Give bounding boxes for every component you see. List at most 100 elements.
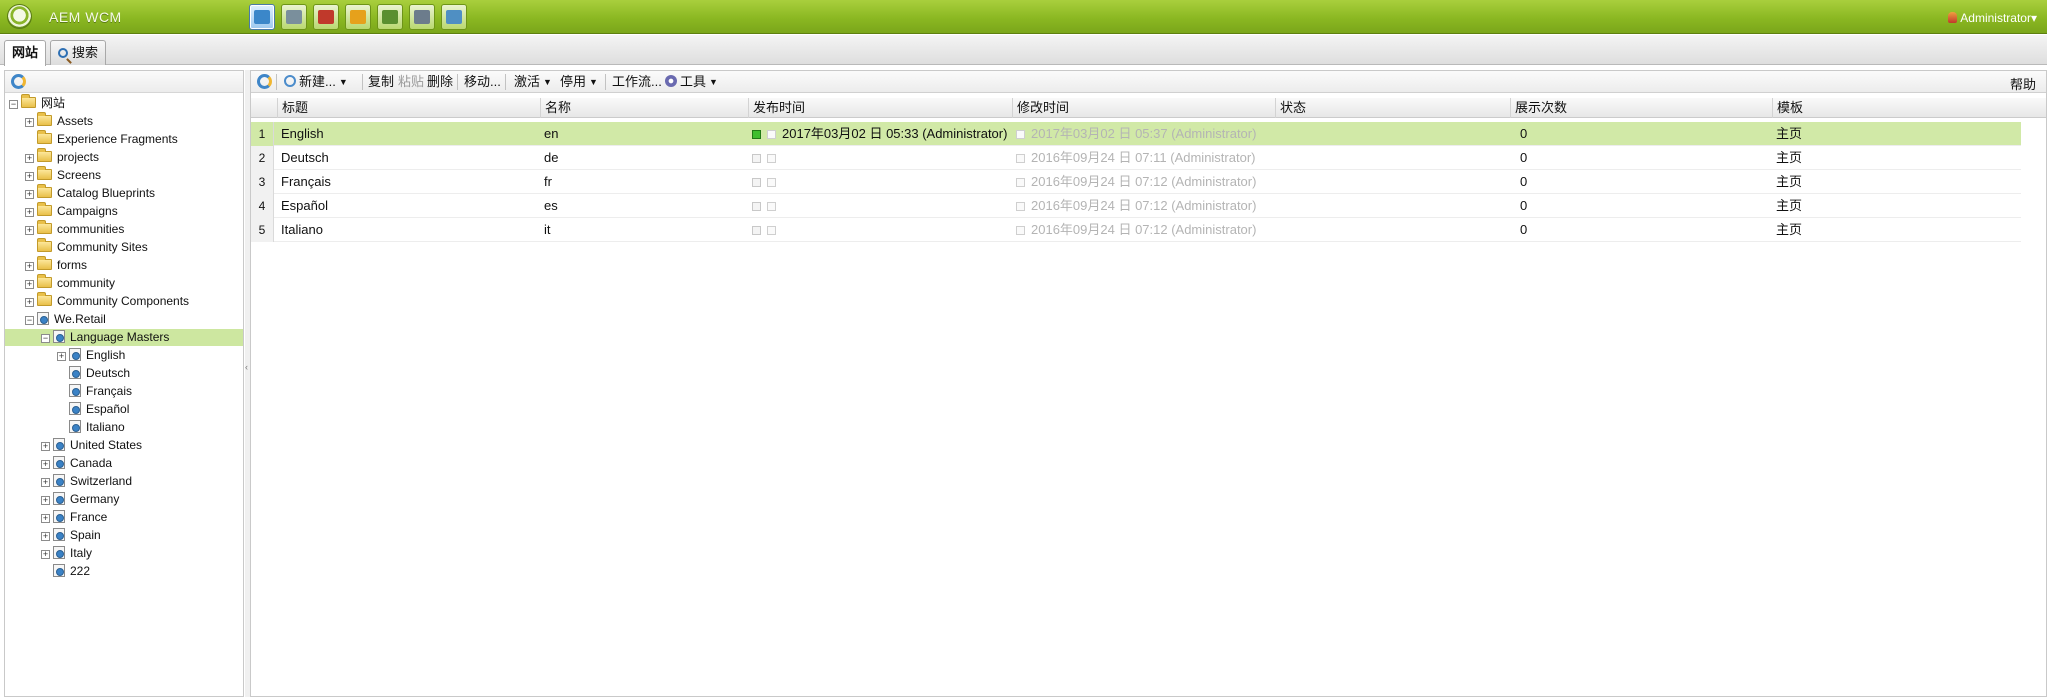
table-row[interactable]: 3 Français fr 2016年09月24 日 07:12 (Administr… xyxy=(251,170,2021,194)
help-button[interactable]: 帮助 xyxy=(2010,74,2036,93)
tree-node[interactable]: + forms xyxy=(5,256,243,274)
page-icon xyxy=(53,528,65,541)
column-status[interactable]: 状态 xyxy=(1275,98,1510,118)
tools-button[interactable]: 工具 ▼ xyxy=(665,74,718,90)
page-icon xyxy=(53,564,65,577)
cell-name: it xyxy=(544,222,551,237)
workflow-button[interactable]: 工作流... xyxy=(612,74,662,90)
tree-node[interactable]: + Canada xyxy=(5,455,243,472)
cell-modified: 2016年09月24 日 07:12 (Administrator) xyxy=(1012,170,1256,194)
aem-logo-icon[interactable] xyxy=(7,4,32,29)
expand-icon[interactable]: + xyxy=(41,478,50,487)
expand-icon[interactable]: + xyxy=(25,280,34,289)
expand-icon[interactable]: + xyxy=(41,550,50,559)
expand-icon[interactable]: + xyxy=(41,496,50,505)
page-icon xyxy=(53,330,65,343)
expand-icon[interactable]: + xyxy=(41,460,50,469)
tree-node[interactable]: + communities xyxy=(5,220,243,238)
tree-node[interactable]: + English xyxy=(5,347,243,364)
tree-node[interactable]: + Germany xyxy=(5,491,243,508)
tree-node[interactable]: Español xyxy=(5,401,243,418)
collapse-icon[interactable]: − xyxy=(25,316,34,325)
tree-node[interactable]: + community xyxy=(5,274,243,292)
refresh-icon[interactable] xyxy=(11,74,26,89)
column-title[interactable]: 标题 xyxy=(277,98,540,118)
tagging-icon-button[interactable] xyxy=(441,4,467,30)
expand-icon[interactable]: + xyxy=(57,352,66,361)
tree-node[interactable]: + Switzerland xyxy=(5,473,243,490)
collapse-arrow-icon[interactable]: ‹ xyxy=(245,362,248,372)
tree-node[interactable]: + United States xyxy=(5,437,243,454)
users-icon xyxy=(382,10,398,24)
expand-icon[interactable]: + xyxy=(25,226,34,235)
tree-node[interactable]: + France xyxy=(5,509,243,526)
expand-icon[interactable]: + xyxy=(25,208,34,217)
expand-icon[interactable]: + xyxy=(25,172,34,181)
expand-icon[interactable]: + xyxy=(25,118,34,127)
delete-button[interactable]: 删除 xyxy=(427,74,453,90)
tree-node[interactable]: Français xyxy=(5,383,243,400)
websites-icon-button[interactable] xyxy=(249,4,275,30)
users-icon-button[interactable] xyxy=(377,4,403,30)
tree-node[interactable]: + projects xyxy=(5,148,243,166)
tree-node-label: Français xyxy=(86,384,133,398)
collapse-icon[interactable]: − xyxy=(9,100,18,109)
tree-node[interactable]: + Screens xyxy=(5,166,243,184)
tree-node[interactable]: − Language Masters xyxy=(5,329,243,346)
folder-icon xyxy=(37,112,52,126)
cell-modified: 2016年09月24 日 07:11 (Administrator) xyxy=(1012,146,1255,170)
user-menu[interactable]: Administrator▾ xyxy=(1948,11,2037,25)
tree-node[interactable]: + Spain xyxy=(5,527,243,544)
refresh-icon[interactable] xyxy=(257,74,272,89)
column-published[interactable]: 发布时间 xyxy=(748,98,1012,118)
expand-icon[interactable]: + xyxy=(41,532,50,541)
collapse-icon[interactable]: − xyxy=(41,334,50,343)
tools-icon-button[interactable] xyxy=(409,4,435,30)
copy-button[interactable]: 复制 xyxy=(368,74,394,90)
tree-node[interactable]: 222 xyxy=(5,563,243,580)
tree-node[interactable]: + Catalog Blueprints xyxy=(5,184,243,202)
expand-icon[interactable]: + xyxy=(41,442,50,451)
tree-node[interactable]: + Community Components xyxy=(5,292,243,310)
activate-button[interactable]: 激活 ▼ xyxy=(514,74,552,90)
modified-text: 2016年09月24 日 07:12 (Administrator) xyxy=(1031,222,1257,237)
column-impressions[interactable]: 展示次数 xyxy=(1510,98,1772,118)
tree-node[interactable]: − We.Retail xyxy=(5,311,243,328)
expand-icon[interactable]: + xyxy=(41,514,50,523)
digital-assets-icon-button[interactable] xyxy=(281,4,307,30)
tree-node-label: Deutsch xyxy=(86,366,131,380)
cell-status xyxy=(1275,194,1279,218)
column-name[interactable]: 名称 xyxy=(540,98,748,118)
table-row[interactable]: 5 Italiano it 2016年09月24 日 07:12 (Administr… xyxy=(251,218,2021,242)
tools-icon xyxy=(665,75,677,87)
tree-node[interactable]: − 网站 xyxy=(5,94,243,112)
tree-node[interactable]: + Italy xyxy=(5,545,243,562)
tab-websites[interactable]: 网站 xyxy=(4,40,47,66)
column-modified[interactable]: 修改时间 xyxy=(1012,98,1275,118)
tree-node[interactable]: + Assets xyxy=(5,112,243,130)
move-button[interactable]: 移动... xyxy=(464,74,501,90)
new-button[interactable]: 新建... ▼ xyxy=(284,74,348,90)
cell-modified: 2016年09月24 日 07:12 (Administrator) xyxy=(1012,194,1256,218)
deactivate-button[interactable]: 停用 ▼ xyxy=(560,74,598,90)
column-template[interactable]: 模板 xyxy=(1772,98,2046,118)
tree-node[interactable]: + Campaigns xyxy=(5,202,243,220)
tree-node[interactable]: Deutsch xyxy=(5,365,243,382)
expand-icon[interactable]: + xyxy=(25,154,34,163)
expand-icon[interactable]: + xyxy=(25,262,34,271)
inbox-icon-button[interactable] xyxy=(345,4,371,30)
paste-button[interactable]: 粘贴 xyxy=(398,74,424,90)
expand-icon[interactable]: + xyxy=(25,190,34,199)
table-row[interactable]: 1 English en 2017年03月02 日 05:33 (Administra… xyxy=(251,122,2021,146)
tree-node-label: 222 xyxy=(70,564,91,578)
page-status-icon xyxy=(767,130,776,139)
table-row[interactable]: 2 Deutsch de 2016年09月24 日 07:11 (Administra… xyxy=(251,146,2021,170)
tree-node[interactable]: Italiano xyxy=(5,419,243,436)
expand-icon[interactable]: + xyxy=(25,298,34,307)
tree-node[interactable]: Community Sites xyxy=(5,238,243,256)
page-status-icon xyxy=(767,226,776,235)
tree-node[interactable]: Experience Fragments xyxy=(5,130,243,148)
table-row[interactable]: 4 Español es 2016年09月24 日 07:12 (Administra… xyxy=(251,194,2021,218)
campaigns-icon-button[interactable] xyxy=(313,4,339,30)
tab-search[interactable]: 搜索 xyxy=(50,40,107,65)
